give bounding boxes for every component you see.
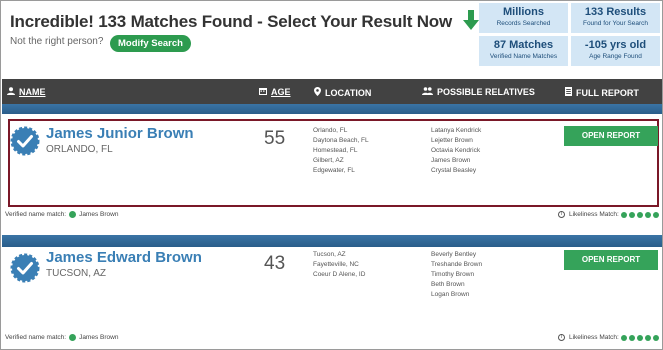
verified-label: Verified name match:: [5, 211, 67, 218]
likeliness-match: i Likeliness Match:: [558, 334, 659, 341]
column-name-label: NAME: [19, 87, 46, 97]
person-city: ORLANDO, FL: [46, 144, 113, 155]
likeliness-dot: [620, 334, 627, 341]
column-name[interactable]: NAME: [7, 87, 46, 97]
column-location: LOCATION: [314, 87, 371, 98]
people-icon: [422, 87, 433, 97]
verified-name-match: Verified name match: James Brown: [5, 211, 118, 218]
calendar-icon: [259, 87, 267, 97]
verified-name-match: Verified name match: James Brown: [5, 334, 118, 341]
relative-item: James Brown: [431, 157, 471, 164]
stat-value: 87 Matches: [493, 39, 554, 51]
stats-panel: Millions Records Searched 133 Results Fo…: [479, 3, 661, 67]
column-report-label: FULL REPORT: [576, 87, 639, 98]
location-item: Daytona Beach, FL: [313, 137, 369, 144]
location-list: Orlando, FL Daytona Beach, FL Homestead,…: [313, 126, 369, 176]
location-item: Gilbert, AZ: [313, 157, 344, 164]
relative-item: Latanya Kendrick: [431, 127, 482, 134]
results-page: Incredible! 133 Matches Found - Select Y…: [0, 0, 663, 350]
check-icon: [69, 334, 77, 341]
likeliness-label: Likeliness Match:: [569, 334, 619, 341]
likeliness-dot: [620, 211, 627, 218]
person-age: 43: [264, 253, 286, 274]
column-location-label: LOCATION: [325, 87, 372, 98]
verified-badge-icon: [10, 253, 40, 283]
person-name-link[interactable]: James Edward Brown: [46, 249, 202, 266]
column-relatives-label: POSSIBLE RELATIVES: [437, 87, 535, 97]
verified-label: Verified name match:: [5, 334, 67, 341]
location-item: Fayetteville, NC: [313, 261, 359, 268]
verified-name: James Brown: [79, 211, 119, 218]
stat-label: Records Searched: [496, 20, 551, 27]
table-header: NAME AGE LOCATION POSSIBLE RELATIVES FUL…: [2, 79, 662, 104]
stat-label: Found for Your Search: [582, 20, 649, 27]
column-report: FULL REPORT: [565, 87, 639, 98]
likeliness-dot: [644, 211, 651, 218]
relative-item: Crystal Beasley: [431, 167, 477, 174]
down-arrow-icon: [462, 10, 479, 35]
info-icon[interactable]: i: [558, 211, 565, 218]
person-icon: [7, 87, 15, 97]
stat-value: Millions: [503, 6, 544, 18]
relative-item: Logan Brown: [431, 291, 470, 298]
modify-search-button[interactable]: Modify Search: [110, 35, 191, 52]
verified-name: James Brown: [79, 334, 119, 341]
open-report-button[interactable]: OPEN REPORT: [564, 126, 658, 146]
relatives-list: Latanya Kendrick Lejetter Brown Octavia …: [431, 126, 481, 176]
stat-label: Verified Name Matches: [489, 53, 558, 60]
relative-item: Beth Brown: [431, 281, 465, 288]
result-card[interactable]: James Edward Brown TUCSON, AZ 43 Tucson,…: [2, 247, 662, 349]
person-age: 55: [264, 128, 286, 149]
likeliness-dot: [628, 211, 635, 218]
divider-stripe: [2, 104, 662, 114]
location-item: Tucson, AZ: [313, 251, 346, 258]
location-item: Homestead, FL: [313, 147, 358, 154]
location-item: Orlando, FL: [313, 127, 348, 134]
open-report-button[interactable]: OPEN REPORT: [564, 250, 658, 270]
person-city: TUCSON, AZ: [46, 268, 107, 279]
stat-value: 133 Results: [584, 6, 647, 18]
not-right-person-text: Not the right person?: [10, 36, 104, 47]
likeliness-dot: [652, 211, 659, 218]
likeliness-dot: [652, 334, 659, 341]
result-card[interactable]: James Junior Brown ORLANDO, FL 55 Orland…: [2, 114, 662, 235]
location-item: Coeur D Alene, ID: [313, 271, 366, 278]
stat-matches: 87 Matches Verified Name Matches: [479, 36, 568, 66]
relative-item: Beverly Bentley: [431, 251, 477, 258]
relative-item: Treshande Brown: [431, 261, 483, 268]
likeliness-dot: [636, 211, 643, 218]
person-name-link[interactable]: James Junior Brown: [46, 125, 194, 142]
column-age-label: AGE: [271, 87, 291, 97]
column-relatives: POSSIBLE RELATIVES: [422, 87, 535, 97]
relative-item: Timothy Brown: [431, 271, 475, 278]
divider-stripe: [2, 235, 662, 247]
stat-results: 133 Results Found for Your Search: [571, 3, 660, 33]
likeliness-dot: [644, 334, 651, 341]
headline-text: Incredible! 133 Matches Found - Select Y…: [10, 11, 452, 31]
map-pin-icon: [314, 87, 321, 98]
relatives-list: Beverly Bentley Treshande Brown Timothy …: [431, 250, 482, 300]
relative-item: Octavia Kendrick: [431, 147, 481, 154]
relative-item: Lejetter Brown: [431, 137, 473, 144]
likeliness-dot: [636, 334, 643, 341]
stat-records: Millions Records Searched: [479, 3, 568, 33]
likeliness-match: i Likeliness Match:: [558, 211, 659, 218]
stat-label: Age Range Found: [589, 53, 642, 60]
stat-age-range: -105 yrs old Age Range Found: [571, 36, 660, 66]
verified-badge-icon: [10, 126, 40, 156]
info-icon[interactable]: i: [558, 334, 565, 341]
document-icon: [565, 87, 572, 98]
headline: Incredible! 133 Matches Found - Select Y…: [10, 10, 479, 35]
check-icon: [69, 211, 77, 218]
stat-value: -105 yrs old: [584, 39, 647, 51]
likeliness-dot: [628, 334, 635, 341]
column-age[interactable]: AGE: [259, 87, 291, 97]
location-item: Edgewater, FL: [313, 167, 355, 174]
location-list: Tucson, AZ Fayetteville, NC Coeur D Alen…: [313, 250, 365, 280]
likeliness-label: Likeliness Match:: [569, 211, 619, 218]
